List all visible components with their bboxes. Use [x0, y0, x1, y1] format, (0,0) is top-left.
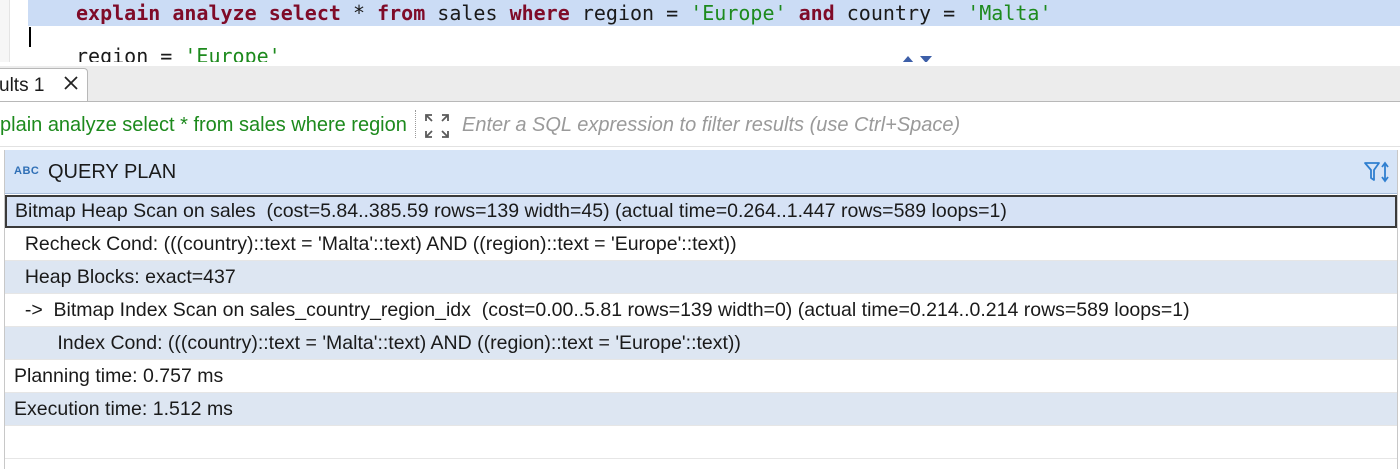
column-country: country: [846, 1, 932, 25]
query-plan-cell: Planning time: 0.757 ms: [14, 365, 224, 387]
executed-query-text[interactable]: plain analyze select * from sales where …: [0, 114, 411, 137]
filter-separator: [415, 110, 417, 138]
close-icon[interactable]: [61, 73, 81, 93]
string-europe: 'Europe': [184, 44, 281, 62]
expand-down-icon[interactable]: [920, 56, 932, 62]
collapse-up-icon[interactable]: [902, 56, 914, 62]
keyword-select: select: [268, 1, 341, 25]
string-malta: 'Malta': [967, 1, 1052, 25]
table-row[interactable]: Recheck Cond: (((country)::text = 'Malta…: [5, 228, 1397, 261]
editor-line-1[interactable]: explain analyze select * from sales wher…: [76, 0, 1052, 26]
table-row[interactable]: Execution time: 1.512 ms: [5, 393, 1397, 426]
column-region: region: [581, 1, 655, 25]
column-title: QUERY PLAN: [48, 161, 177, 183]
panel-splitter-arrows[interactable]: [902, 56, 938, 62]
equals-operator: =: [943, 1, 956, 25]
query-plan-cell: Execution time: 1.512 ms: [14, 398, 233, 420]
query-plan-cell: -> Bitmap Index Scan on sales_country_re…: [14, 299, 1190, 321]
keyword-where: where: [509, 1, 570, 25]
editor-line-2[interactable]: region = 'Europe': [76, 43, 281, 62]
string-europe: 'Europe': [690, 1, 787, 25]
tab-results-1[interactable]: ults 1: [0, 68, 88, 101]
text-caret: [29, 27, 31, 47]
table-row[interactable]: Planning time: 0.757 ms: [5, 360, 1397, 393]
column-region: region: [76, 44, 149, 62]
equals-operator: =: [666, 1, 679, 25]
editor-gutter: [0, 0, 10, 62]
keyword-and: and: [798, 1, 835, 25]
table-row[interactable]: Bitmap Heap Scan on sales (cost=5.84..38…: [5, 195, 1397, 228]
select-star: *: [352, 1, 366, 25]
filter-bar: plain analyze select * from sales where …: [0, 102, 1400, 147]
results-grid: ABC QUERY PLAN Bitmap Heap Scan on sales…: [4, 150, 1398, 469]
keyword-from: from: [377, 1, 426, 25]
query-plan-cell: Bitmap Heap Scan on sales (cost=5.84..38…: [15, 200, 1007, 222]
table-row[interactable]: Heap Blocks: exact=437: [5, 261, 1397, 294]
results-tab-strip: ults 1: [0, 66, 1400, 102]
table-name: sales: [437, 1, 498, 25]
table-row[interactable]: Index Cond: (((country)::text = 'Malta':…: [5, 327, 1397, 360]
query-plan-cell: Recheck Cond: (((country)::text = 'Malta…: [14, 233, 737, 255]
tab-label: ults 1: [0, 75, 45, 96]
query-plan-cell: Heap Blocks: exact=437: [14, 266, 236, 288]
keyword-analyze: analyze: [172, 1, 257, 25]
table-row[interactable]: -> Bitmap Index Scan on sales_country_re…: [5, 294, 1397, 327]
sql-editor[interactable]: explain analyze select * from sales wher…: [0, 0, 1400, 62]
filter-sort-icon[interactable]: [1363, 160, 1391, 184]
column-header-query-plan[interactable]: ABC QUERY PLAN: [5, 150, 1397, 194]
query-plan-cell: Index Cond: (((country)::text = 'Malta':…: [14, 332, 741, 354]
equals-operator: =: [160, 44, 173, 62]
empty-grid-row: [5, 426, 1397, 459]
keyword-explain: explain: [76, 1, 161, 25]
text-type-icon: ABC: [14, 165, 40, 177]
expand-icon[interactable]: [424, 113, 450, 139]
sql-filter-input[interactable]: [458, 110, 1396, 140]
